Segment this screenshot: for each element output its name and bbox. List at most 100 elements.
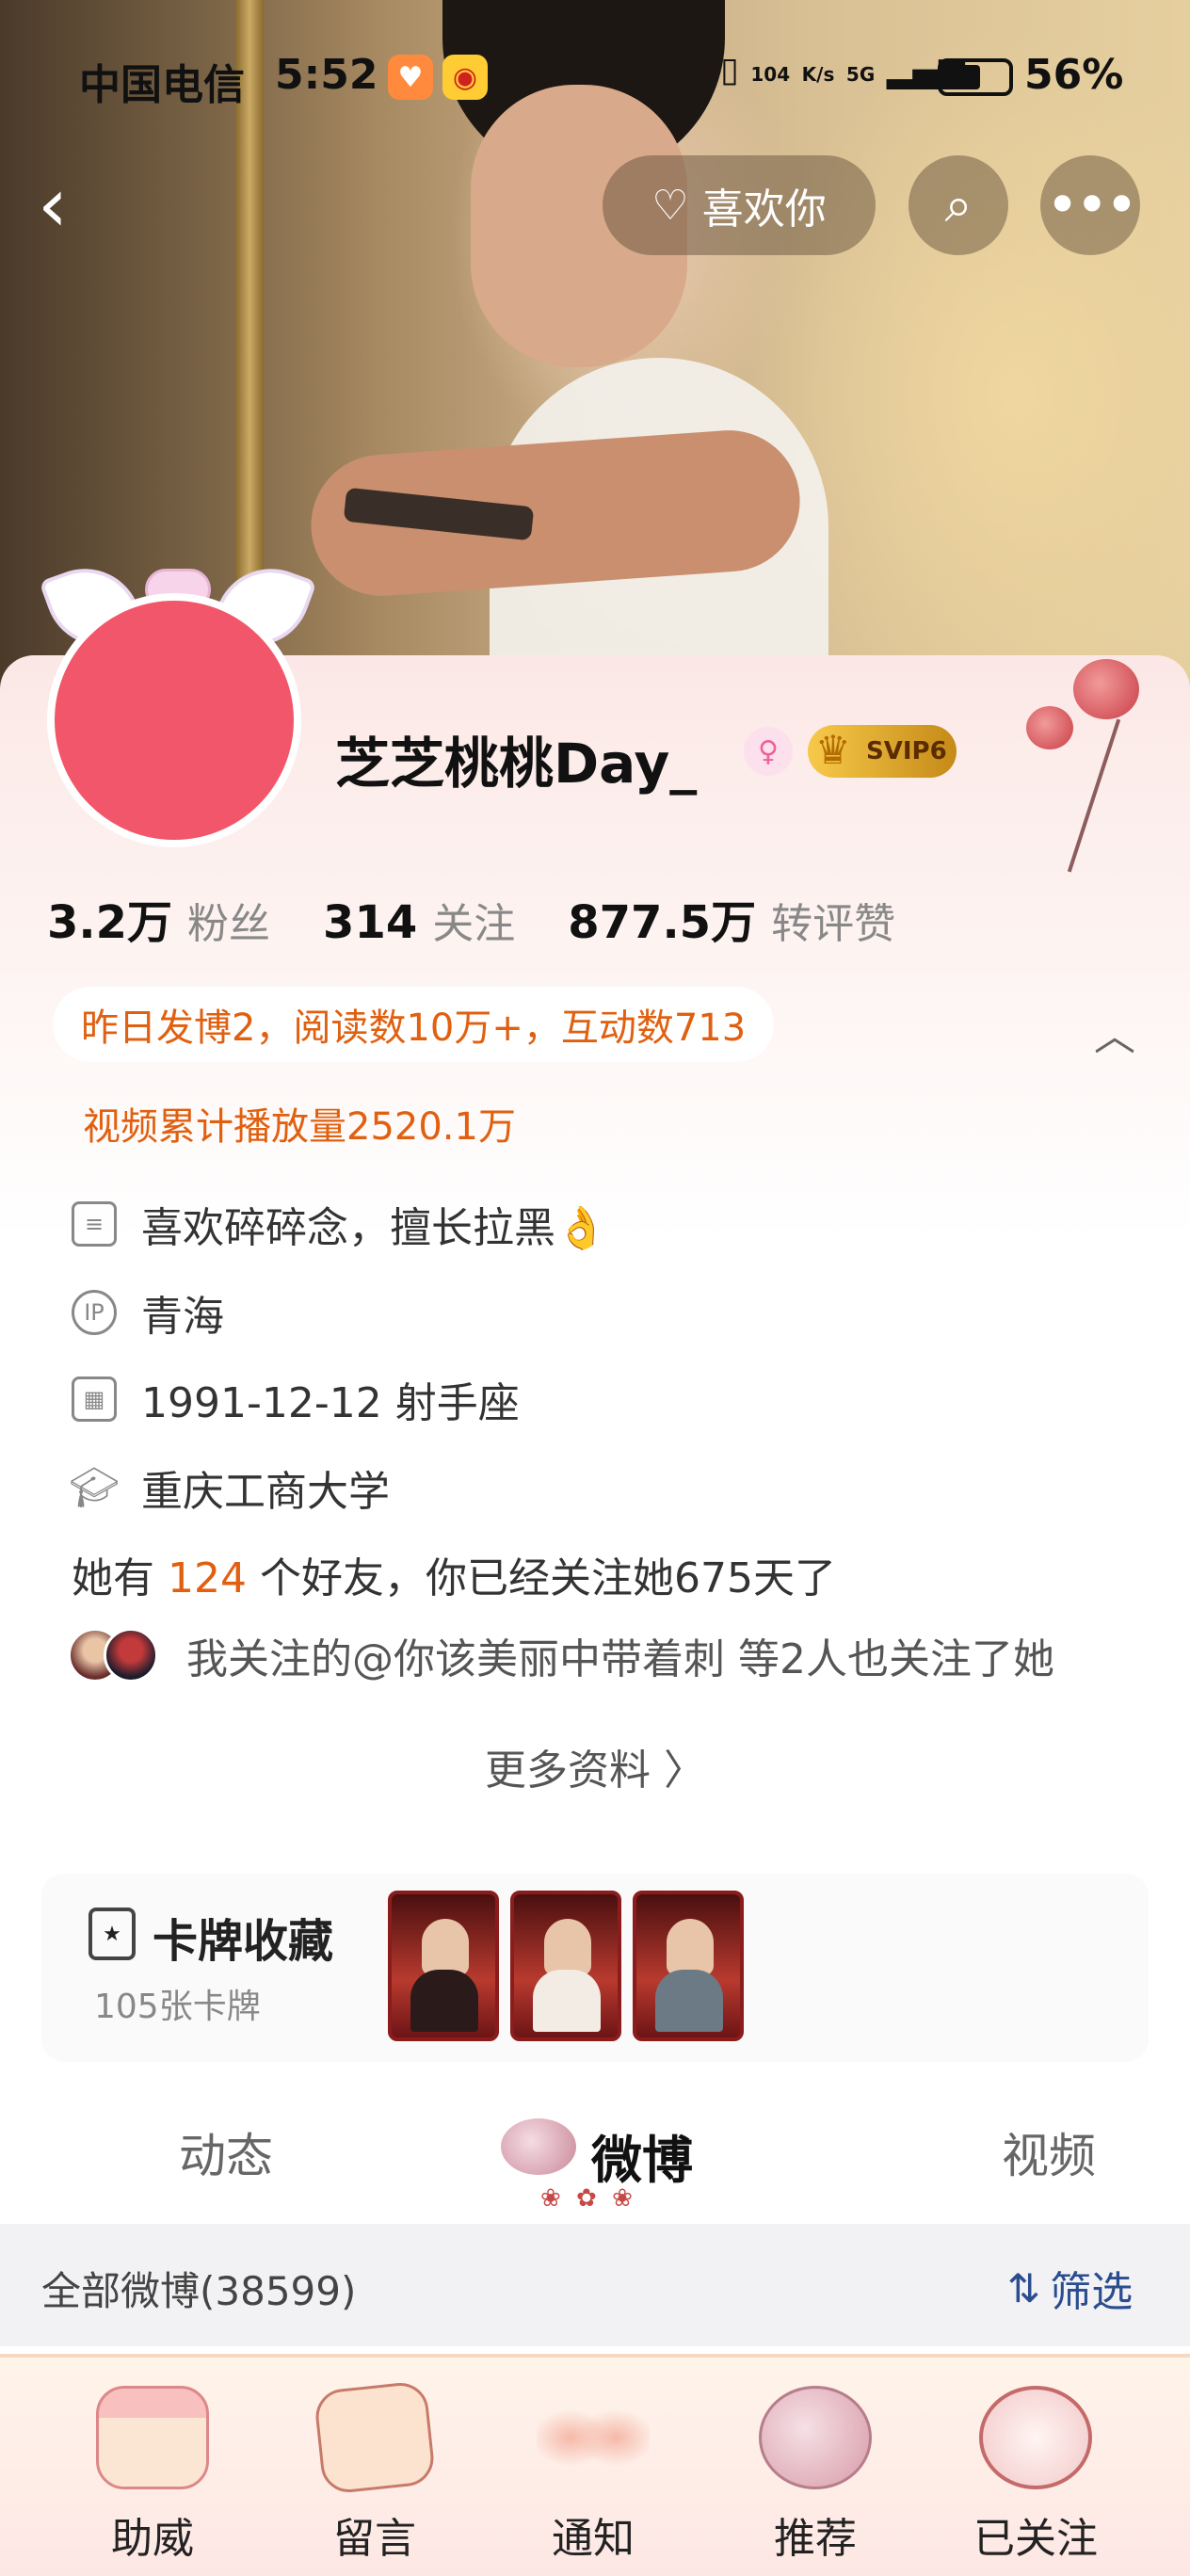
card-thumbnail[interactable] [633, 1891, 744, 2041]
card-thumbnail[interactable] [388, 1891, 499, 2041]
card-figure-robe [410, 1970, 478, 2032]
net-speed-unit: K/s [801, 63, 835, 86]
card-collection-title: 卡牌收藏 [153, 1915, 334, 1968]
following-label[interactable]: 关注 [432, 890, 515, 950]
nav-followed[interactable]: 已关注 [960, 2386, 1111, 2574]
video-play-stat: 视频累计播放量2520.1万 [83, 1105, 516, 1149]
birthday-text: 1991-12-12 射手座 [141, 1379, 520, 1427]
nav-label: 已关注 [973, 2515, 1098, 2563]
chevron-up-icon[interactable]: ︿ [1094, 1002, 1135, 1062]
nav-label: 推荐 [774, 2515, 857, 2563]
tab-video[interactable]: 视频 [1002, 2118, 1096, 2186]
clock-time: 5:52 [275, 51, 378, 99]
avatar-image [47, 593, 301, 847]
card-collection[interactable]: ★ 卡牌收藏 105张卡牌 [41, 1874, 1149, 2062]
more-icon: ••• [1045, 172, 1138, 238]
female-gender-icon: ♀ [744, 727, 793, 776]
nav-label: 通知 [552, 2515, 635, 2563]
vibrate-icon: ▯ [720, 51, 739, 89]
avatar[interactable] [39, 553, 317, 847]
tab-dynamic[interactable]: 动态 [179, 2118, 273, 2186]
nav-label: 助威 [111, 2515, 194, 2563]
birthday-row: ▦ 1991-12-12 射手座 [72, 1369, 520, 1429]
profile-tabs: 动态 微博 视频 [0, 2100, 1190, 2222]
interactions-label[interactable]: 转评赞 [771, 890, 895, 950]
school-text: 重庆工商大学 [141, 1468, 390, 1516]
network-type: 5G [845, 63, 876, 86]
tab-weibo[interactable]: 微博 [591, 2118, 693, 2193]
friends-count: 124 [168, 1554, 247, 1602]
calendar-icon: ▦ [72, 1377, 117, 1422]
carrier-label: 中国电信 [79, 61, 245, 109]
document-icon: ≡ [72, 1201, 117, 1247]
card-thumbnail[interactable] [510, 1891, 621, 2041]
heart-hand-icon: ♡ [651, 181, 689, 230]
back-arrow-icon: ‹ [38, 161, 68, 249]
friends-info[interactable]: 她有 124 个好友，你已经关注她675天了 [72, 1544, 836, 1604]
followers-label[interactable]: 粉丝 [187, 890, 270, 950]
like-you-button[interactable]: ♡ 喜欢你 [603, 155, 876, 255]
following-count[interactable]: 314 [323, 896, 417, 949]
search-button[interactable]: ⌕ [909, 155, 1008, 255]
letter-icon [313, 2380, 437, 2495]
ip-row: IP 青海 [72, 1282, 224, 1343]
network-indicator: ▯ 104 K/s 5G ▂▄▆ [720, 51, 965, 89]
rose-decoration [989, 659, 1186, 885]
username: 芝芝桃桃Day_ [335, 732, 698, 796]
school-row: 🎓︎ 重庆工商大学 [69, 1457, 390, 1518]
rose-stem [1067, 718, 1121, 873]
like-you-label: 喜欢你 [701, 185, 827, 233]
mutual-avatar [104, 1628, 158, 1682]
nav-label: 留言 [333, 2515, 416, 2563]
more-button[interactable]: ••• [1040, 155, 1140, 255]
nav-cheer[interactable]: 助威 [77, 2386, 228, 2574]
card-figure [422, 1919, 469, 1975]
rose-icon [1073, 659, 1139, 719]
bottom-nav: 助威 留言 通知 推荐 已关注 [0, 2354, 1190, 2576]
back-button[interactable]: ‹ [38, 168, 94, 243]
all-posts-label[interactable]: 全部微博(38599) [41, 2260, 356, 2317]
filter-label: 筛选 [1050, 2268, 1134, 2316]
ip-location: 青海 [141, 1293, 224, 1341]
rose-icon [1026, 706, 1073, 749]
mutual-follow-text: 我关注的@你该美丽中带着刺 等2人也关注了她 [186, 1635, 1054, 1683]
bio-text: 喜欢碎碎念，擅长拉黑👌 [141, 1204, 607, 1252]
ip-icon: IP [72, 1290, 117, 1335]
friends-suffix: 个好友，你已经关注她675天了 [259, 1554, 836, 1602]
battery-icon [938, 58, 1013, 96]
profile-stats: 3.2万 粉丝 314 关注 877.5万 转评赞 [47, 885, 948, 951]
nav-message[interactable]: 留言 [299, 2380, 450, 2574]
daily-highlight[interactable]: 昨日发博2，阅读数10万+，互动数713 [53, 987, 775, 1062]
card-figure [544, 1919, 591, 1975]
mutual-follow-row[interactable]: 我关注的@你该美丽中带着刺 等2人也关注了她 [68, 1625, 1054, 1685]
butterfly-icon [537, 2386, 650, 2489]
cake-icon [96, 2386, 209, 2489]
followers-count[interactable]: 3.2万 [47, 885, 172, 951]
card-figure [667, 1919, 714, 1975]
clock-icon [979, 2386, 1092, 2489]
card-collection-icon: ★ [88, 1908, 136, 1960]
globe-icon [759, 2386, 872, 2489]
nav-recommend[interactable]: 推荐 [740, 2386, 891, 2574]
filter-button[interactable]: ⇅ 筛选 [1007, 2258, 1133, 2318]
heart-app-icon: ♥ [388, 55, 433, 100]
card-collection-count: 105张卡牌 [94, 1988, 261, 2026]
friends-prefix: 她有 [72, 1554, 154, 1602]
nav-notify[interactable]: 通知 [518, 2386, 668, 2574]
more-info-link[interactable]: 更多资料 〉 [0, 1736, 1190, 1796]
card-figure-robe [655, 1970, 723, 2032]
planet-decoration-icon [501, 2118, 576, 2175]
interactions-count[interactable]: 877.5万 [568, 885, 756, 951]
filter-icon: ⇅ [1007, 2264, 1041, 2311]
status-bar: 中国电信 5:52 ♥ ◉ ▯ 104 K/s 5G ▂▄▆ 56% [0, 38, 1190, 122]
net-speed-value: 104 [750, 63, 791, 86]
svip-badge[interactable]: SVIP6 [808, 725, 957, 778]
battery-percent: 56% [1024, 51, 1124, 99]
search-icon: ⌕ [944, 176, 973, 233]
active-tab-indicator [540, 2184, 653, 2213]
bio-row: ≡ 喜欢碎碎念，擅长拉黑👌 [72, 1194, 607, 1254]
filter-bar: 全部微博(38599) ⇅ 筛选 [0, 2224, 1190, 2346]
weibo-app-icon: ◉ [442, 55, 488, 100]
card-figure-robe [533, 1970, 601, 2032]
graduation-cap-icon: 🎓︎ [69, 1464, 120, 1510]
